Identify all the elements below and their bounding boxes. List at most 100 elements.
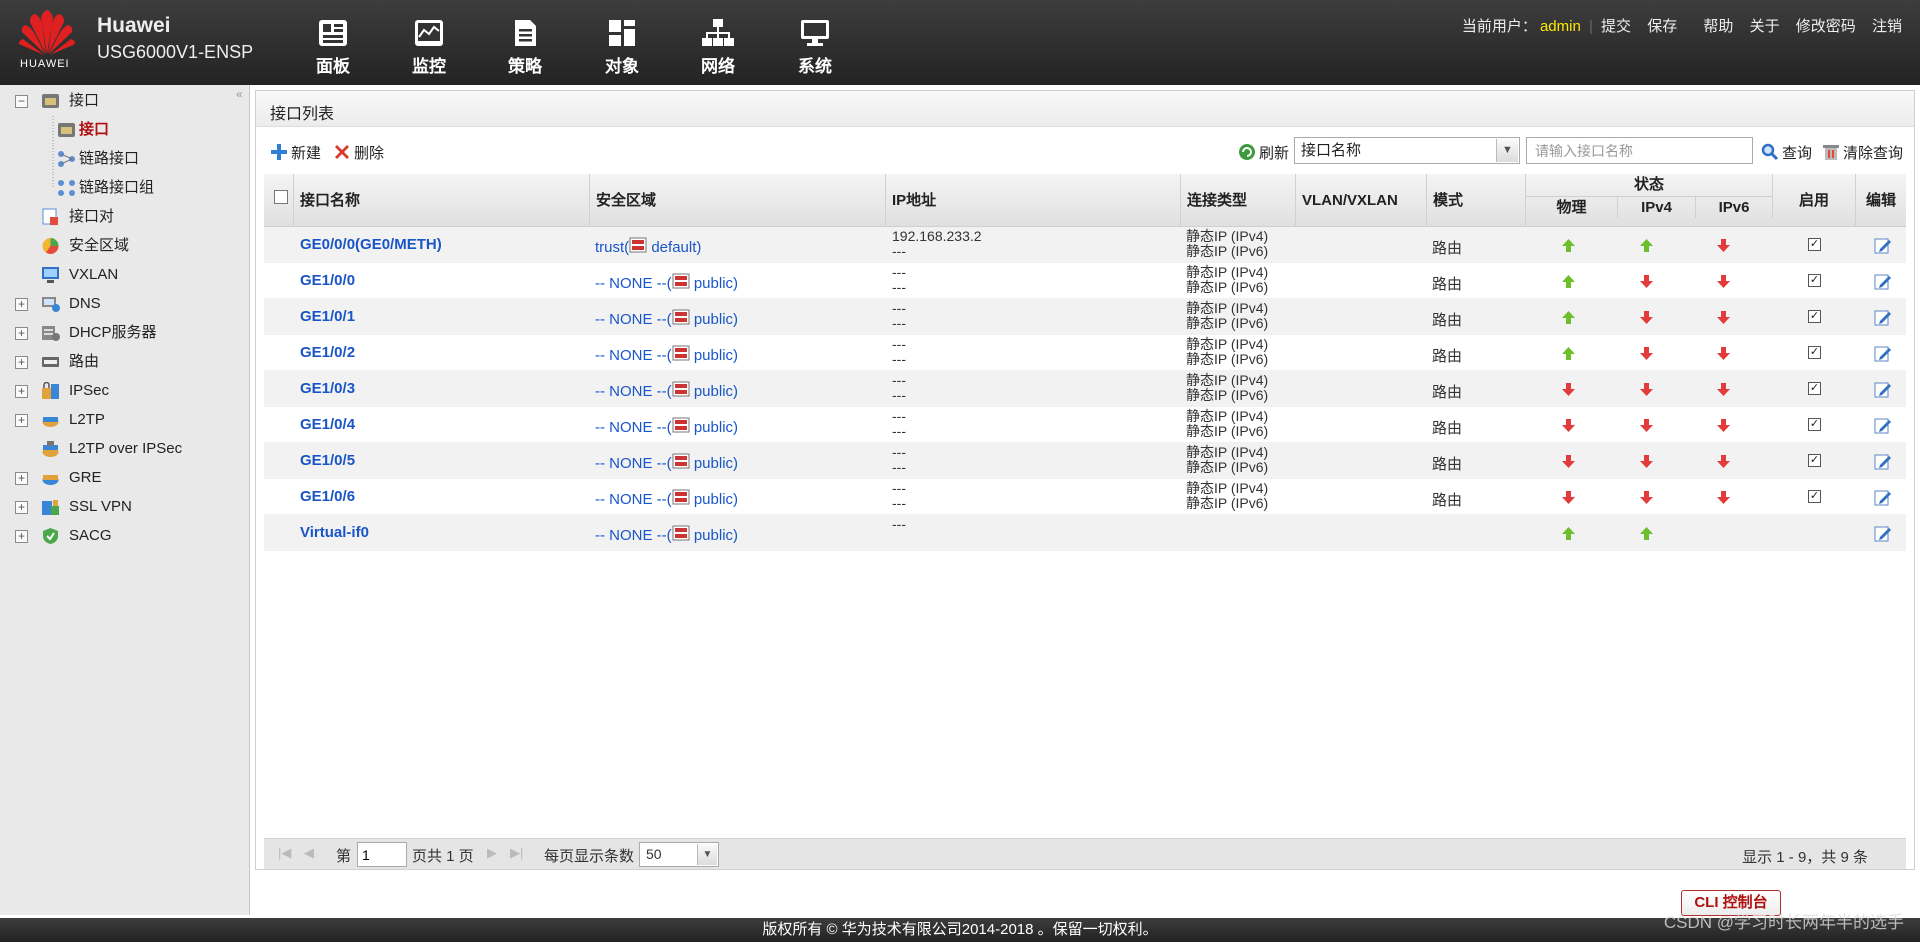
- expand-icon[interactable]: +: [15, 356, 28, 369]
- table-row[interactable]: GE1/0/5 -- NONE --( public) --- --- 静态IP (IP…: [264, 443, 1906, 479]
- sidebar-item-gre[interactable]: + GRE: [0, 464, 250, 492]
- expand-icon[interactable]: +: [15, 414, 28, 427]
- zone-name[interactable]: trust(: [595, 239, 629, 256]
- sidebar-item-routing[interactable]: + 路由: [0, 348, 250, 376]
- expand-icon[interactable]: +: [15, 298, 28, 311]
- new-button[interactable]: 新建: [270, 142, 321, 163]
- zone-name[interactable]: -- NONE --(: [595, 275, 672, 292]
- edit-icon[interactable]: [1874, 273, 1892, 290]
- next-page-icon[interactable]: ▶: [487, 845, 497, 861]
- sidebar-item-dhcp-server[interactable]: + DHCP服务器: [0, 319, 250, 347]
- enabled-checkbox[interactable]: ✓: [1808, 310, 1821, 323]
- help-link[interactable]: 帮助: [1703, 18, 1733, 35]
- expand-icon[interactable]: +: [15, 327, 28, 340]
- enabled-checkbox[interactable]: ✓: [1808, 274, 1821, 287]
- edit-icon[interactable]: [1874, 417, 1892, 434]
- table-row[interactable]: GE0/0/0(GE0/METH) trust( default) 192.168.…: [264, 227, 1906, 263]
- nav-monitor[interactable]: 监控: [394, 18, 464, 77]
- enabled-checkbox[interactable]: ✓: [1808, 238, 1821, 251]
- sidebar-item-sacg[interactable]: + SACG: [0, 522, 250, 550]
- edit-icon[interactable]: [1874, 453, 1892, 470]
- col-zone[interactable]: 安全区域: [590, 174, 886, 227]
- query-button[interactable]: 查询: [1761, 142, 1812, 163]
- delete-button[interactable]: 删除: [333, 142, 384, 163]
- table-row[interactable]: GE1/0/0 -- NONE --( public) --- --- 静态IP (IP…: [264, 263, 1906, 299]
- col-mode[interactable]: 模式: [1427, 174, 1526, 227]
- edit-icon[interactable]: [1874, 489, 1892, 506]
- expand-icon[interactable]: +: [15, 385, 28, 398]
- chevron-down-icon[interactable]: ▼: [1496, 139, 1518, 162]
- sidebar-item-ssl-vpn[interactable]: + SSL VPN: [0, 493, 250, 521]
- zone-name[interactable]: -- NONE --(: [595, 419, 672, 436]
- page-size-value: 50: [646, 846, 662, 862]
- about-link[interactable]: 关于: [1750, 18, 1780, 35]
- sidebar-item-link-interface[interactable]: 链路接口: [0, 145, 250, 173]
- logout-link[interactable]: 注销: [1872, 18, 1902, 35]
- last-page-icon[interactable]: ▶|: [510, 845, 523, 861]
- enabled-checkbox[interactable]: ✓: [1808, 490, 1821, 503]
- first-page-icon[interactable]: |◀: [278, 845, 291, 861]
- table-row[interactable]: GE1/0/4 -- NONE --( public) --- --- 静态IP (IP…: [264, 407, 1906, 443]
- sidebar-item-label: 接口: [79, 121, 110, 138]
- connection-type-cell: 静态IP (IPv4) 静态IP (IPv6): [1186, 373, 1268, 409]
- enabled-checkbox[interactable]: ✓: [1808, 382, 1821, 395]
- refresh-button[interactable]: 刷新: [1238, 142, 1289, 163]
- table-row[interactable]: Virtual-if0 -- NONE --( public) ---: [264, 515, 1906, 551]
- table-row[interactable]: GE1/0/2 -- NONE --( public) --- --- 静态IP (IP…: [264, 335, 1906, 371]
- col-ip[interactable]: IP地址: [886, 174, 1181, 227]
- interface-name-link[interactable]: Virtual-if0: [300, 524, 369, 560]
- page-number-input[interactable]: [357, 842, 407, 867]
- sidebar-item-interface-group[interactable]: − 接口: [0, 87, 250, 115]
- change-password-link[interactable]: 修改密码: [1796, 18, 1856, 35]
- table-row[interactable]: GE1/0/1 -- NONE --( public) --- --- 静态IP (IP…: [264, 299, 1906, 335]
- col-name[interactable]: 接口名称: [294, 174, 590, 227]
- sidebar-item-vxlan[interactable]: VXLAN: [0, 261, 250, 289]
- expand-icon[interactable]: +: [15, 501, 28, 514]
- expand-icon[interactable]: +: [15, 530, 28, 543]
- clear-query-button[interactable]: 清除查询: [1822, 142, 1903, 163]
- zone-name[interactable]: -- NONE --(: [595, 491, 672, 508]
- zone-name[interactable]: -- NONE --(: [595, 383, 672, 400]
- sidebar-item-security-zone[interactable]: 安全区域: [0, 232, 250, 260]
- nav-system[interactable]: 系统: [780, 18, 850, 77]
- nav-dashboard[interactable]: 面板: [298, 18, 368, 77]
- ipv4-type: 静态IP (IPv4): [1186, 264, 1269, 280]
- sidebar-item-l2tp-over-ipsec[interactable]: L2TP over IPSec: [0, 435, 250, 463]
- save-link[interactable]: 保存: [1647, 18, 1677, 35]
- edit-icon[interactable]: [1874, 525, 1892, 542]
- table-row[interactable]: GE1/0/3 -- NONE --( public) --- --- 静态IP (IP…: [264, 371, 1906, 407]
- edit-icon[interactable]: [1874, 309, 1892, 326]
- chevron-down-icon[interactable]: ▼: [697, 844, 717, 865]
- sidebar-item-interface[interactable]: 接口: [0, 116, 250, 144]
- edit-icon[interactable]: [1874, 237, 1892, 254]
- nav-network[interactable]: 网络: [683, 18, 753, 77]
- nav-object[interactable]: 对象: [587, 18, 657, 77]
- sidebar-item-link-interface-group[interactable]: 链路接口组: [0, 174, 250, 202]
- collapse-icon[interactable]: −: [15, 95, 28, 108]
- zone-name[interactable]: -- NONE --(: [595, 347, 672, 364]
- enabled-checkbox[interactable]: ✓: [1808, 454, 1821, 467]
- sidebar-item-l2tp[interactable]: + L2TP: [0, 406, 250, 434]
- enabled-checkbox[interactable]: ✓: [1808, 346, 1821, 359]
- submit-link[interactable]: 提交: [1601, 18, 1631, 35]
- col-conn-type[interactable]: 连接类型: [1181, 174, 1296, 227]
- nav-policy[interactable]: 策略: [490, 18, 560, 77]
- col-vlan[interactable]: VLAN/VXLAN: [1296, 174, 1427, 227]
- table-row[interactable]: GE1/0/6 -- NONE --( public) --- --- 静态IP (IP…: [264, 479, 1906, 515]
- zone-name[interactable]: -- NONE --(: [595, 311, 672, 328]
- sidebar-item-interface-pair[interactable]: 接口对: [0, 203, 250, 231]
- sidebar-item-ipsec[interactable]: + IPSec: [0, 377, 250, 405]
- prev-page-icon[interactable]: ◀: [304, 845, 314, 861]
- edit-icon[interactable]: [1874, 381, 1892, 398]
- select-all-checkbox[interactable]: [274, 190, 288, 204]
- enabled-checkbox[interactable]: ✓: [1808, 418, 1821, 431]
- filter-field-select[interactable]: 接口名称 ▼: [1294, 137, 1520, 164]
- zone-name[interactable]: -- NONE --(: [595, 527, 672, 544]
- expand-icon[interactable]: +: [15, 472, 28, 485]
- page-size-select[interactable]: 50 ▼: [639, 842, 719, 867]
- zone-name[interactable]: -- NONE --(: [595, 455, 672, 472]
- sidebar-item-dns[interactable]: + DNS: [0, 290, 250, 318]
- sidebar-item-label: 路由: [69, 353, 100, 370]
- search-input[interactable]: [1526, 137, 1753, 164]
- edit-icon[interactable]: [1874, 345, 1892, 362]
